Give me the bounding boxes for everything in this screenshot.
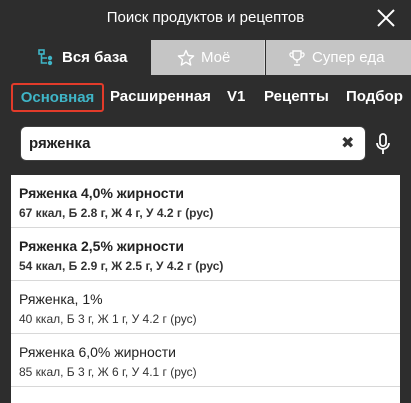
product-nutrition: 54 ккал, Б 2.9 г, Ж 2.5 г, У 4.2 г (рус) xyxy=(19,259,224,273)
tab-super-food[interactable]: Супер еда xyxy=(266,40,411,75)
search-mode-tabs: Основная Расширенная V1 Рецепты Подбор xyxy=(0,80,411,112)
list-item[interactable]: Ряженка, 1% 40 ккал, Б 3 г, Ж 1 г, У 4.2… xyxy=(11,281,400,334)
product-nutrition: 40 ккал, Б 3 г, Ж 1 г, У 4.2 г (рус) xyxy=(19,312,197,326)
results-list: Ряженка 4,0% жирности 67 ккал, Б 2.8 г, … xyxy=(11,175,400,403)
subtab-recipes[interactable]: Рецепты xyxy=(264,88,329,105)
list-item[interactable]: Ряженка 6,0% жирности 85 ккал, Б 3 г, Ж … xyxy=(11,334,400,387)
microphone-icon[interactable] xyxy=(374,132,392,156)
tab-mine[interactable]: Моё xyxy=(151,40,265,75)
star-icon xyxy=(177,49,195,66)
tab-label: Супер еда xyxy=(312,49,385,66)
subtab-extended[interactable]: Расширенная xyxy=(110,88,211,105)
list-item[interactable]: Ряженка 2,5% жирности 54 ккал, Б 2.9 г, … xyxy=(11,228,400,281)
product-name: Ряженка 6,0% жирности xyxy=(19,344,176,360)
subtab-selection[interactable]: Подбор xyxy=(346,88,403,105)
product-nutrition: 67 ккал, Б 2.8 г, Ж 4 г, У 4.2 г (рус) xyxy=(19,206,214,220)
product-nutrition: 85 ккал, Б 3 г, Ж 6 г, У 4.1 г (рус) xyxy=(19,365,197,379)
list-item[interactable]: Ряженка 4,0% жирности 67 ккал, Б 2.8 г, … xyxy=(11,175,400,228)
title-bar: Поиск продуктов и рецептов xyxy=(0,0,411,36)
main-tabs: Вся база Моё Супер еда xyxy=(0,40,411,75)
clear-icon[interactable]: ✖ xyxy=(341,136,354,152)
hierarchy-icon xyxy=(38,48,53,65)
product-name: Ряженка 4,0% жирности xyxy=(19,185,184,201)
tab-all-base[interactable]: Вся база xyxy=(14,40,151,75)
search-input[interactable] xyxy=(29,135,329,152)
close-icon[interactable] xyxy=(374,6,398,30)
product-name: Ряженка, 1% xyxy=(19,291,103,307)
trophy-icon xyxy=(289,49,305,66)
tab-label: Моё xyxy=(201,49,231,66)
product-name: Ряженка 2,5% жирности xyxy=(19,238,184,254)
subtab-v1[interactable]: V1 xyxy=(227,88,245,105)
window-title: Поиск продуктов и рецептов xyxy=(106,9,305,26)
search-box: ✖ xyxy=(20,126,366,161)
subtab-basic[interactable]: Основная xyxy=(11,83,104,112)
tab-label: Вся база xyxy=(62,49,128,66)
